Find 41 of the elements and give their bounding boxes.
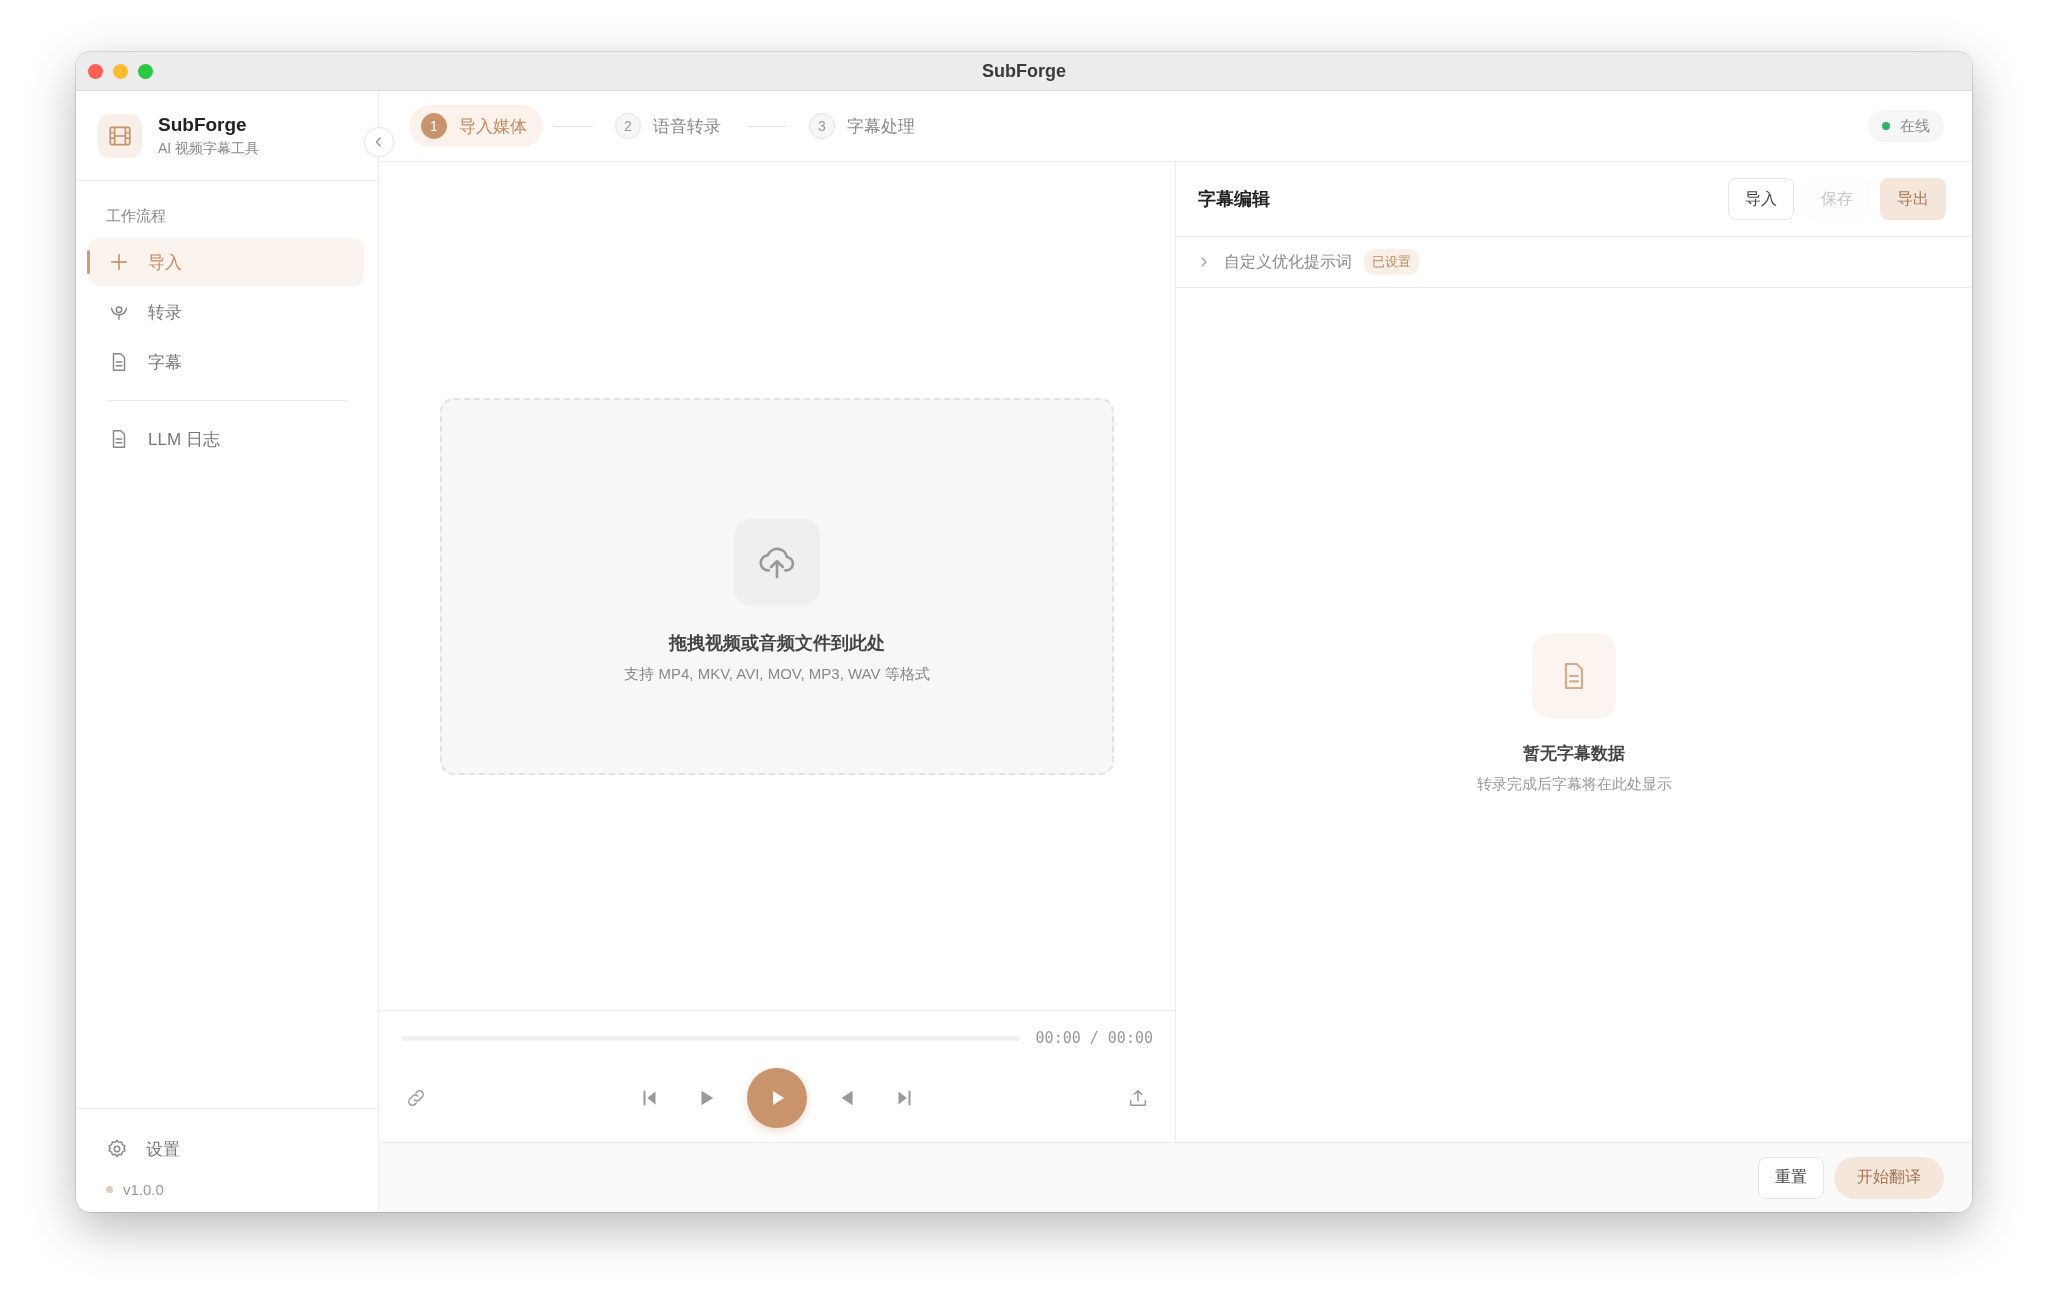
empty-hint: 转录完成后字幕将在此处显示	[1476, 775, 1672, 794]
link-icon	[405, 1087, 427, 1109]
close-button[interactable]	[88, 63, 103, 79]
step-label: 导入媒体	[459, 115, 527, 138]
drop-zone[interactable]: 拖拽视频或音频文件到此处 支持 MP4, MKV, AVI, MOV, MP3, WAV 等格式	[440, 397, 1114, 775]
drop-hint: 支持 MP4, MKV, AVI, MOV, MP3, WAV 等格式	[624, 664, 930, 684]
settings-item[interactable]: 设置	[76, 1125, 378, 1173]
prompt-label: 自定义优化提示词	[1224, 251, 1352, 272]
version-label: v1.0.0	[123, 1181, 164, 1198]
settings-icon	[106, 1138, 128, 1160]
action-button[interactable]: 导入	[1728, 178, 1794, 220]
time-display: 00:00 / 00:00	[1035, 1029, 1153, 1047]
step-number: 2	[615, 113, 641, 139]
version-dot	[106, 1186, 113, 1193]
panel-title: 字幕编辑	[1198, 188, 1270, 211]
status-label: 在线	[1900, 116, 1930, 136]
drop-title: 拖拽视频或音频文件到此处	[669, 631, 885, 655]
nav-item[interactable]: 导入	[88, 238, 364, 286]
step-number: 3	[809, 113, 835, 139]
step-tab[interactable]: 1 导入媒体	[409, 105, 543, 147]
action-button[interactable]: 重置	[1758, 1156, 1824, 1199]
step-label: 字幕处理	[847, 115, 915, 138]
window-title: SubForge	[982, 60, 1066, 81]
step-number: 1	[421, 113, 447, 139]
step-tab[interactable]: 3 字幕处理	[797, 105, 931, 147]
zoom-button[interactable]	[138, 63, 153, 79]
step-label: 语音转录	[653, 115, 721, 138]
app-name: SubForge	[158, 113, 248, 136]
app-subtitle: AI 视频字幕工具	[158, 139, 260, 158]
play-button[interactable]	[747, 1068, 807, 1128]
nav-item[interactable]: 字幕	[88, 338, 364, 386]
minimize-button[interactable]	[113, 63, 128, 79]
nav-item[interactable]: 转录	[88, 288, 364, 336]
nav-item[interactable]: LLM 日志	[88, 415, 364, 463]
step-tab[interactable]: 2 语音转录	[603, 105, 737, 147]
status-tag: 已设置	[1364, 249, 1419, 275]
plus-icon	[108, 251, 130, 273]
prompt-toggle[interactable]: 自定义优化提示词 已设置	[1176, 237, 1972, 288]
section-label: 工作流程	[106, 207, 167, 226]
empty-title: 暂无字幕数据	[1523, 743, 1625, 765]
upload-icon	[1127, 1087, 1149, 1109]
